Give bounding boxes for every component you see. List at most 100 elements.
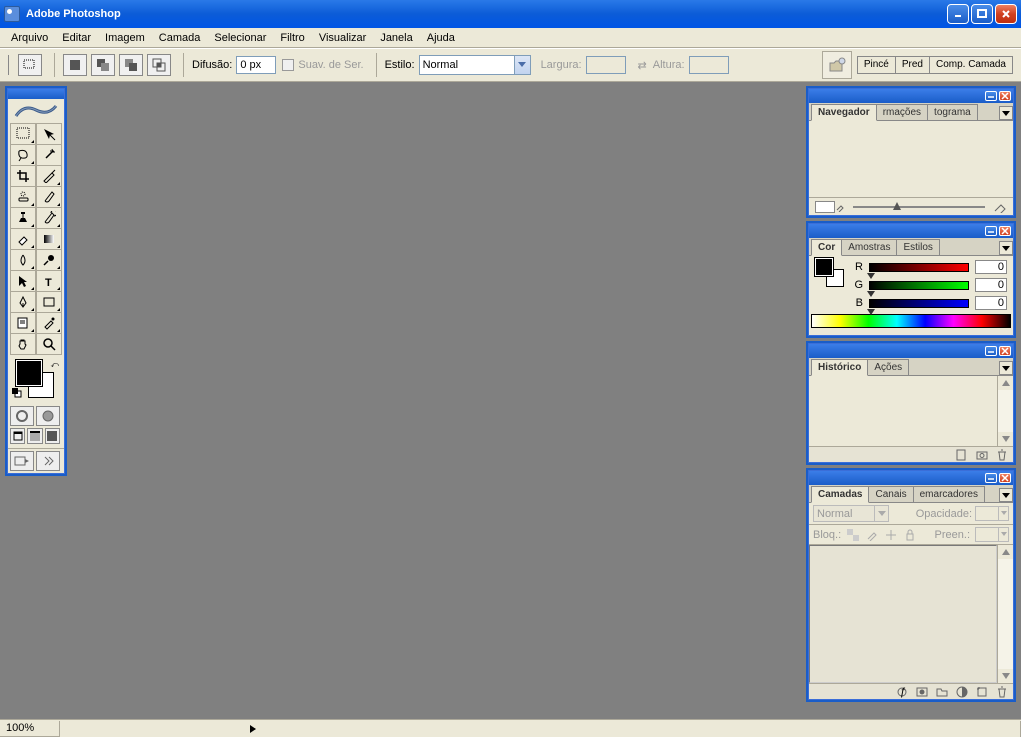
slice-tool[interactable] <box>36 165 62 187</box>
b-slider[interactable] <box>869 299 969 308</box>
menu-imagem[interactable]: Imagem <box>98 30 152 46</box>
panel-close-button[interactable] <box>999 91 1011 101</box>
type-tool[interactable]: T <box>36 270 62 292</box>
panel-menu-button[interactable] <box>999 488 1013 502</box>
trash-icon[interactable] <box>995 449 1009 461</box>
layer-style-icon[interactable]: ƒ <box>895 686 909 698</box>
menu-filtro[interactable]: Filtro <box>273 30 311 46</box>
new-doc-from-state-icon[interactable] <box>955 449 969 461</box>
tab-demarcadores[interactable]: emarcadores <box>913 486 985 502</box>
tool-preset-picker[interactable] <box>18 54 42 76</box>
new-set-icon[interactable] <box>935 686 949 698</box>
scrollbar[interactable] <box>997 376 1013 446</box>
panel-fg-swatch[interactable] <box>815 258 833 276</box>
file-browser-icon[interactable] <box>822 51 852 79</box>
well-tab-layer-comps[interactable]: Comp. Camada <box>929 56 1013 74</box>
panel-drag-handle[interactable] <box>809 471 1013 485</box>
scroll-up-icon[interactable] <box>998 376 1013 390</box>
intersect-selection-icon[interactable] <box>147 54 171 76</box>
subtract-selection-icon[interactable] <box>119 54 143 76</box>
lasso-tool[interactable] <box>10 144 36 166</box>
well-tab-presets[interactable]: Pred <box>895 56 930 74</box>
jump-button[interactable] <box>36 451 60 471</box>
scroll-up-icon[interactable] <box>998 545 1013 559</box>
history-brush-tool[interactable] <box>36 207 62 229</box>
eyedropper-tool[interactable] <box>36 312 62 334</box>
zoom-tool[interactable] <box>36 333 62 355</box>
g-input[interactable] <box>975 278 1007 292</box>
blur-tool[interactable] <box>10 249 36 271</box>
full-screen-menu-button[interactable] <box>27 428 42 444</box>
g-slider[interactable] <box>869 281 969 290</box>
scrollbar[interactable] <box>997 545 1013 683</box>
close-button[interactable] <box>995 4 1017 24</box>
panel-menu-button[interactable] <box>999 361 1013 375</box>
menu-ajuda[interactable]: Ajuda <box>420 30 462 46</box>
toolbox-drag-handle[interactable] <box>8 89 64 99</box>
menu-camada[interactable]: Camada <box>152 30 208 46</box>
tab-informacoes[interactable]: rmações <box>876 104 928 120</box>
panel-close-button[interactable] <box>999 346 1011 356</box>
marquee-tool[interactable] <box>10 123 36 145</box>
status-info[interactable] <box>60 721 1021 737</box>
adjustment-layer-icon[interactable] <box>955 686 969 698</box>
brush-tool[interactable] <box>36 186 62 208</box>
panel-drag-handle[interactable] <box>809 224 1013 238</box>
minimize-button[interactable] <box>947 4 969 24</box>
color-spectrum[interactable] <box>811 314 1011 328</box>
tab-acoes[interactable]: Ações <box>867 359 909 375</box>
grip-icon[interactable] <box>8 55 12 75</box>
move-tool[interactable] <box>36 123 62 145</box>
zoom-in-icon[interactable] <box>993 201 1007 213</box>
crop-tool[interactable] <box>10 165 36 187</box>
menu-arquivo[interactable]: Arquivo <box>4 30 55 46</box>
panel-drag-handle[interactable] <box>809 344 1013 358</box>
add-selection-icon[interactable] <box>91 54 115 76</box>
tab-histograma[interactable]: tograma <box>927 104 978 120</box>
menu-selecionar[interactable]: Selecionar <box>207 30 273 46</box>
panel-menu-button[interactable] <box>999 106 1013 120</box>
new-layer-icon[interactable] <box>975 686 989 698</box>
zoom-out-icon[interactable] <box>835 202 845 212</box>
r-input[interactable] <box>975 260 1007 274</box>
tab-navegador[interactable]: Navegador <box>811 104 877 121</box>
foreground-color-swatch[interactable] <box>16 360 42 386</box>
tab-cor[interactable]: Cor <box>811 239 842 256</box>
layer-mask-icon[interactable] <box>915 686 929 698</box>
panel-menu-button[interactable] <box>999 241 1013 255</box>
dodge-tool[interactable] <box>36 249 62 271</box>
tab-historico[interactable]: Histórico <box>811 359 868 376</box>
full-screen-button[interactable] <box>45 428 60 444</box>
tab-canais[interactable]: Canais <box>868 486 913 502</box>
menu-editar[interactable]: Editar <box>55 30 98 46</box>
b-input[interactable] <box>975 296 1007 310</box>
new-snapshot-icon[interactable] <box>975 449 989 461</box>
r-slider[interactable] <box>869 263 969 272</box>
pen-tool[interactable] <box>10 291 36 313</box>
feather-input[interactable] <box>236 56 276 74</box>
clone-stamp-tool[interactable] <box>10 207 36 229</box>
quick-mask-mode-button[interactable] <box>36 406 60 426</box>
magic-wand-tool[interactable] <box>36 144 62 166</box>
style-select[interactable]: Normal <box>419 55 531 75</box>
zoom-slider-track[interactable] <box>853 206 985 208</box>
jump-to-imageready-button[interactable] <box>10 451 34 471</box>
panel-minimize-button[interactable] <box>985 473 997 483</box>
healing-brush-tool[interactable] <box>10 186 36 208</box>
navigator-zoom-input[interactable] <box>815 201 835 213</box>
menu-janela[interactable]: Janela <box>373 30 419 46</box>
scroll-down-icon[interactable] <box>998 432 1013 446</box>
zoom-level[interactable]: 100% <box>0 721 60 737</box>
panel-minimize-button[interactable] <box>985 91 997 101</box>
notes-tool[interactable] <box>10 312 36 334</box>
swap-colors-icon[interactable]: ⤺ <box>50 360 59 370</box>
panel-close-button[interactable] <box>999 226 1011 236</box>
tab-amostras[interactable]: Amostras <box>841 239 897 255</box>
shape-tool[interactable] <box>36 291 62 313</box>
panel-minimize-button[interactable] <box>985 346 997 356</box>
panel-close-button[interactable] <box>999 473 1011 483</box>
hand-tool[interactable] <box>10 333 36 355</box>
eraser-tool[interactable] <box>10 228 36 250</box>
menu-visualizar[interactable]: Visualizar <box>312 30 374 46</box>
trash-icon[interactable] <box>995 686 1009 698</box>
